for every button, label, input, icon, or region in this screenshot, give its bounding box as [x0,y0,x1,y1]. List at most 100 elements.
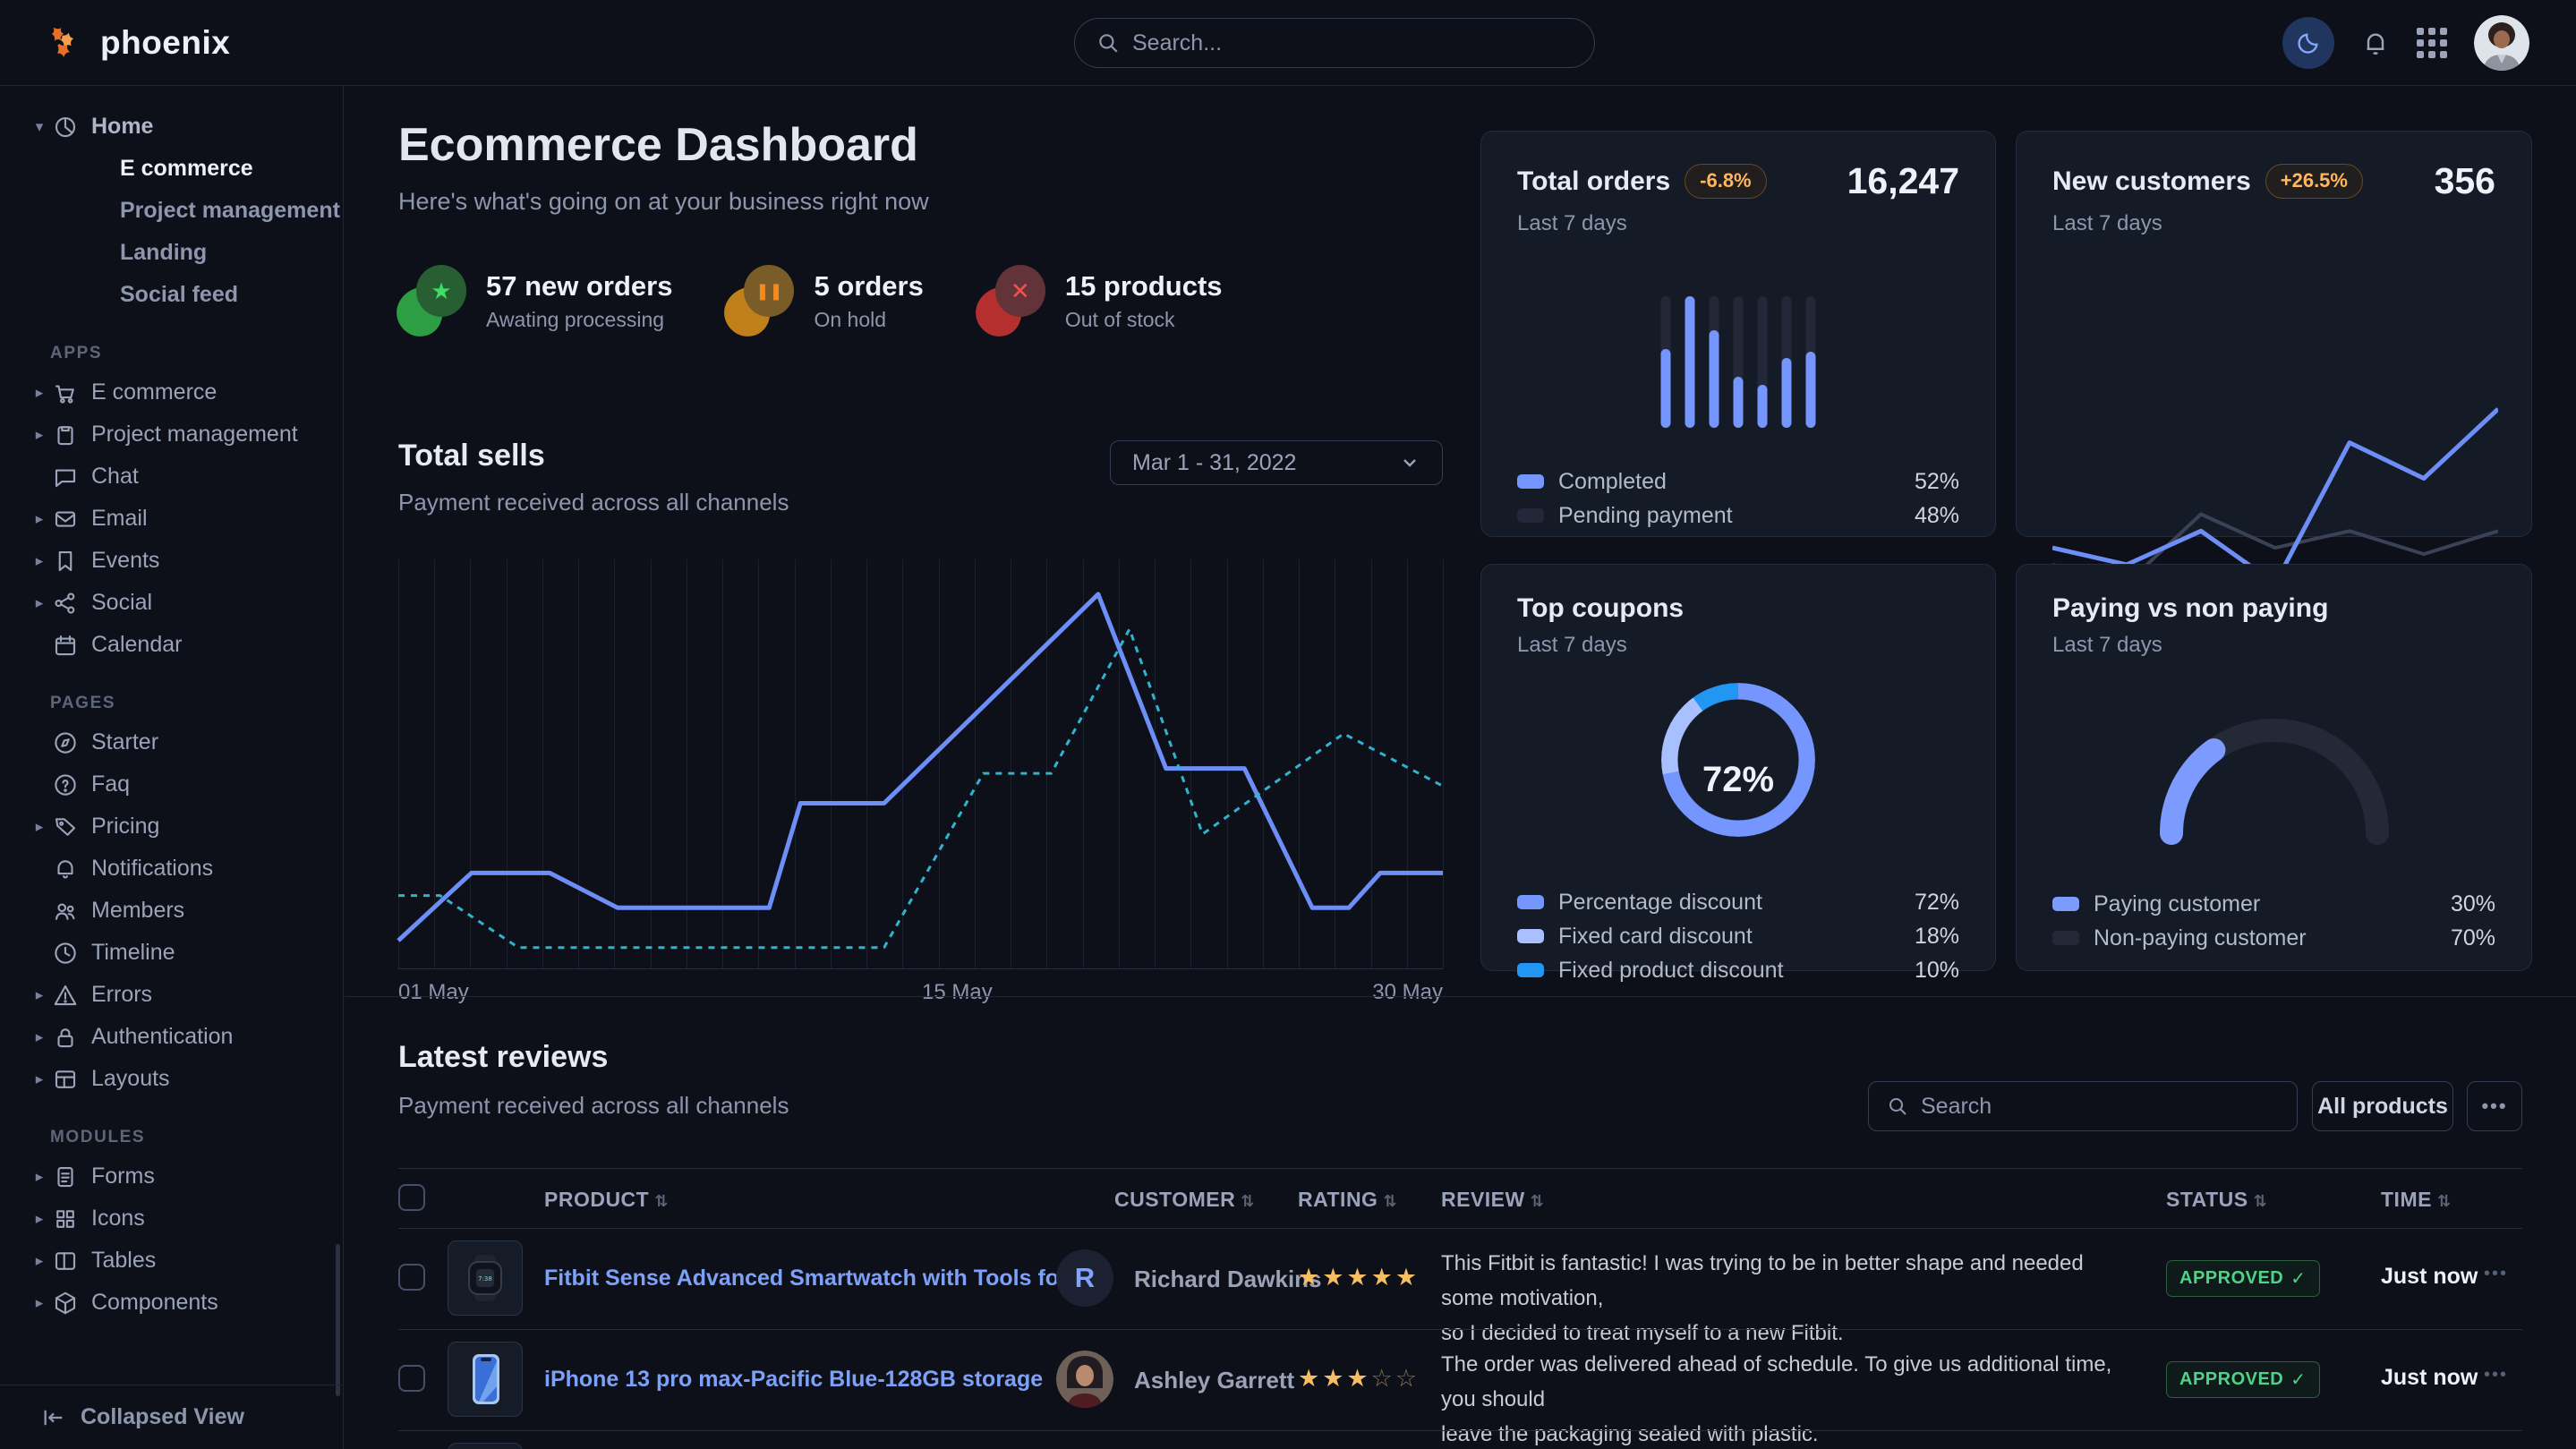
grid-icon [52,1206,79,1232]
product-thumbnail[interactable] [448,1342,523,1417]
order-bar [1806,296,1816,428]
stat-value: 57 new orders [486,270,672,303]
total-orders-card: Total orders -6.8% 16,247 Last 7 days Co… [1480,131,1996,537]
column-header-customer[interactable]: CUSTOMER⇅ [1114,1188,1255,1212]
sidebar-item-layouts[interactable]: ▸ Layouts [0,1058,344,1100]
legend-label: Paying customer [2094,891,2260,917]
sidebar-item-authentication[interactable]: ▸ Authentication [0,1016,344,1058]
sidebar-items: ▾ HomeE commerceProject managementLandin… [0,86,344,1385]
legend-swatch [2052,897,2079,911]
sidebar-item-starter[interactable]: Starter [0,721,344,763]
total-sells-subtitle: Payment received across all channels [398,489,789,516]
product-link[interactable]: iPhone 13 pro max-Pacific Blue-128GB sto… [544,1367,1043,1393]
stat-0: ★ 57 new ordersAwating processing [397,265,672,337]
legend-row: Pending payment48% [1517,499,1959,533]
sidebar-item-chat[interactable]: Chat [0,456,344,498]
bookmark-icon [52,548,79,575]
select-all-checkbox[interactable] [398,1184,425,1211]
product-thumbnail[interactable]: 7:38 [448,1240,523,1316]
sidebar-item-calendar[interactable]: Calendar [0,624,344,666]
warning-icon [52,982,79,1009]
coupons-center-label: 72% [1702,760,1774,800]
new-customers-title: New customers [2052,166,2251,197]
sidebar-item-social[interactable]: ▸ Social [0,582,344,624]
stat-1: ❚❚ 5 ordersOn hold [724,265,923,337]
sidebar-item-icons[interactable]: ▸ Icons [0,1198,344,1240]
check-icon: ✓ [2290,1267,2306,1290]
date-range-select[interactable]: Mar 1 - 31, 2022 [1110,440,1443,485]
table-icon [52,1248,79,1274]
order-bar [1782,296,1792,428]
brand-logo[interactable]: phoenix [47,0,230,86]
caret-right-icon: ▸ [30,986,48,1004]
column-header-review[interactable]: REVIEW⇅ [1441,1188,1544,1212]
legend-row: Completed52% [1517,465,1959,499]
top-coupons-card: Top coupons Last 7 days 72% Percentage d… [1480,564,1996,971]
column-header-product[interactable]: PRODUCT⇅ [544,1188,669,1212]
sidebar-subitem-e-commerce[interactable]: E commerce [0,148,344,190]
page-title: Ecommerce Dashboard [398,118,918,172]
dark-mode-toggle[interactable] [2282,17,2334,69]
legend-value: 70% [2451,925,2495,951]
sidebar-item-components[interactable]: ▸ Components [0,1282,344,1324]
sidebar-item-faq[interactable]: Faq [0,763,344,805]
row-checkbox[interactable] [398,1365,425,1392]
caret-right-icon: ▸ [30,510,48,528]
row-actions-button[interactable]: ••• [2484,1365,2508,1385]
sidebar-subitem-project-management[interactable]: Project management [0,190,344,232]
row-checkbox[interactable] [398,1264,425,1291]
sidebar-item-pricing[interactable]: ▸ Pricing [0,805,344,848]
notifications-button[interactable] [2361,29,2390,57]
sidebar-item-tables[interactable]: ▸ Tables [0,1240,344,1282]
global-search[interactable] [1074,18,1595,68]
reviews-more-button[interactable]: ••• [2467,1081,2522,1131]
user-avatar[interactable] [2474,15,2529,71]
column-header-time[interactable]: TIME⇅ [2381,1188,2452,1212]
legend-value: 48% [1915,503,1959,529]
sidebar-item-project-management[interactable]: ▸ Project management [0,413,344,456]
sidebar-item-e-commerce[interactable]: ▸ E commerce [0,371,344,413]
all-products-button[interactable]: All products [2312,1081,2453,1131]
apps-grid-button[interactable] [2417,28,2447,58]
legend-value: 72% [1915,890,1959,916]
sidebar-subitem-landing[interactable]: Landing [0,232,344,274]
sidebar-item-members[interactable]: Members [0,890,344,932]
latest-reviews-title: Latest reviews [398,1040,608,1075]
sidebar-scrollbar[interactable] [336,1244,340,1396]
order-bar [1758,296,1768,428]
cart-icon [52,379,79,406]
column-header-status[interactable]: STATUS⇅ [2166,1188,2267,1212]
row-actions-button[interactable]: ••• [2484,1264,2508,1284]
stat-sub: Out of stock [1065,308,1223,332]
bell-icon [52,856,79,882]
sidebar-item-timeline[interactable]: Timeline [0,932,344,974]
stat-value: 5 orders [814,270,923,303]
sidebar-item-errors[interactable]: ▸ Errors [0,974,344,1016]
reviews-search[interactable] [1868,1081,2298,1131]
svg-text:7:38: 7:38 [478,1275,492,1283]
sidebar-item-forms[interactable]: ▸ Forms [0,1155,344,1198]
mail-icon [52,506,79,533]
sidebar-item-notifications[interactable]: Notifications [0,848,344,890]
sort-icon: ⇅ [2254,1192,2268,1210]
users-icon [52,898,79,925]
product-link[interactable]: Fitbit Sense Advanced Smartwatch with To… [544,1266,1078,1291]
sidebar-item-email[interactable]: ▸ Email [0,498,344,540]
sidebar-subitem-social-feed[interactable]: Social feed [0,274,344,316]
sort-icon: ⇅ [654,1192,669,1210]
order-bar [1734,296,1744,428]
column-header-rating[interactable]: RATING⇅ [1298,1188,1397,1212]
global-search-input[interactable] [1132,30,1573,56]
caret-right-icon: ▸ [30,594,48,612]
collapse-sidebar-button[interactable]: Collapsed View [0,1385,343,1449]
moon-icon [2296,30,2321,55]
paying-range: Last 7 days [2052,633,2495,658]
order-bar [1685,296,1695,428]
legend-label: Completed [1558,469,1667,495]
rating-stars: ★★★☆☆ [1298,1365,1420,1393]
x-tick: 30 May [1372,980,1443,1005]
sidebar-item-events[interactable]: ▸ Events [0,540,344,582]
sidebar-item-home[interactable]: ▾ Home [0,106,344,148]
reviews-search-input[interactable] [1921,1094,2279,1120]
caret-right-icon: ▸ [30,426,48,444]
